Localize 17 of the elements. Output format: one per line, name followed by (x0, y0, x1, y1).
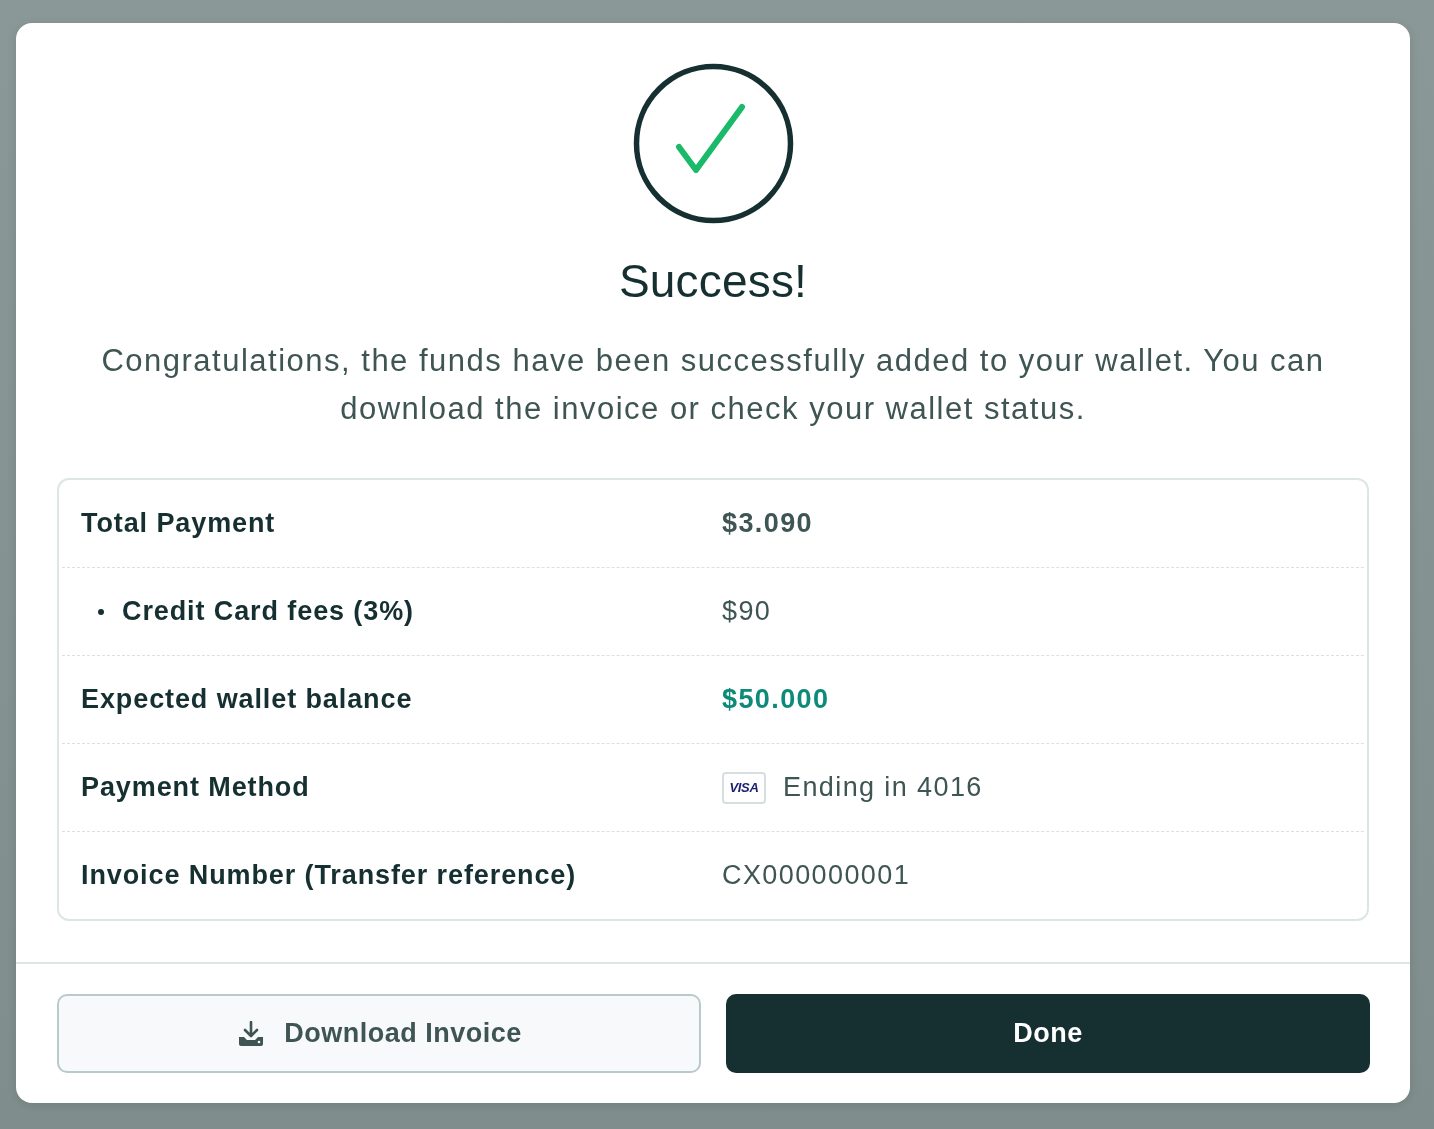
summary-value: $3.090 (722, 508, 813, 539)
summary-label: Total Payment (81, 508, 276, 539)
summary-value: CX000000001 (722, 860, 911, 891)
summary-value: Ending in 4016 (783, 772, 983, 803)
dialog-title: Success! (618, 254, 808, 309)
summary-label: Payment Method (81, 772, 310, 803)
summary-label: Expected wallet balance (81, 684, 413, 715)
summary-value: $50.000 (722, 684, 830, 715)
download-invoice-button[interactable]: Download Invoice (57, 994, 701, 1073)
success-check-icon (632, 63, 794, 224)
dialog-message: Congratulations, the funds have been successfully added to your wallet. You can download the invoice or check your wallet status. (100, 342, 1326, 428)
card-brand-logo: VISA (722, 771, 766, 804)
summary-value: $90 (722, 596, 772, 627)
summary-label: Invoice Number (Transfer reference) (81, 860, 577, 891)
summary-label: Credit Card fees (3%) (122, 596, 414, 627)
done-button[interactable]: Done (726, 994, 1370, 1073)
bullet-icon (98, 608, 104, 615)
